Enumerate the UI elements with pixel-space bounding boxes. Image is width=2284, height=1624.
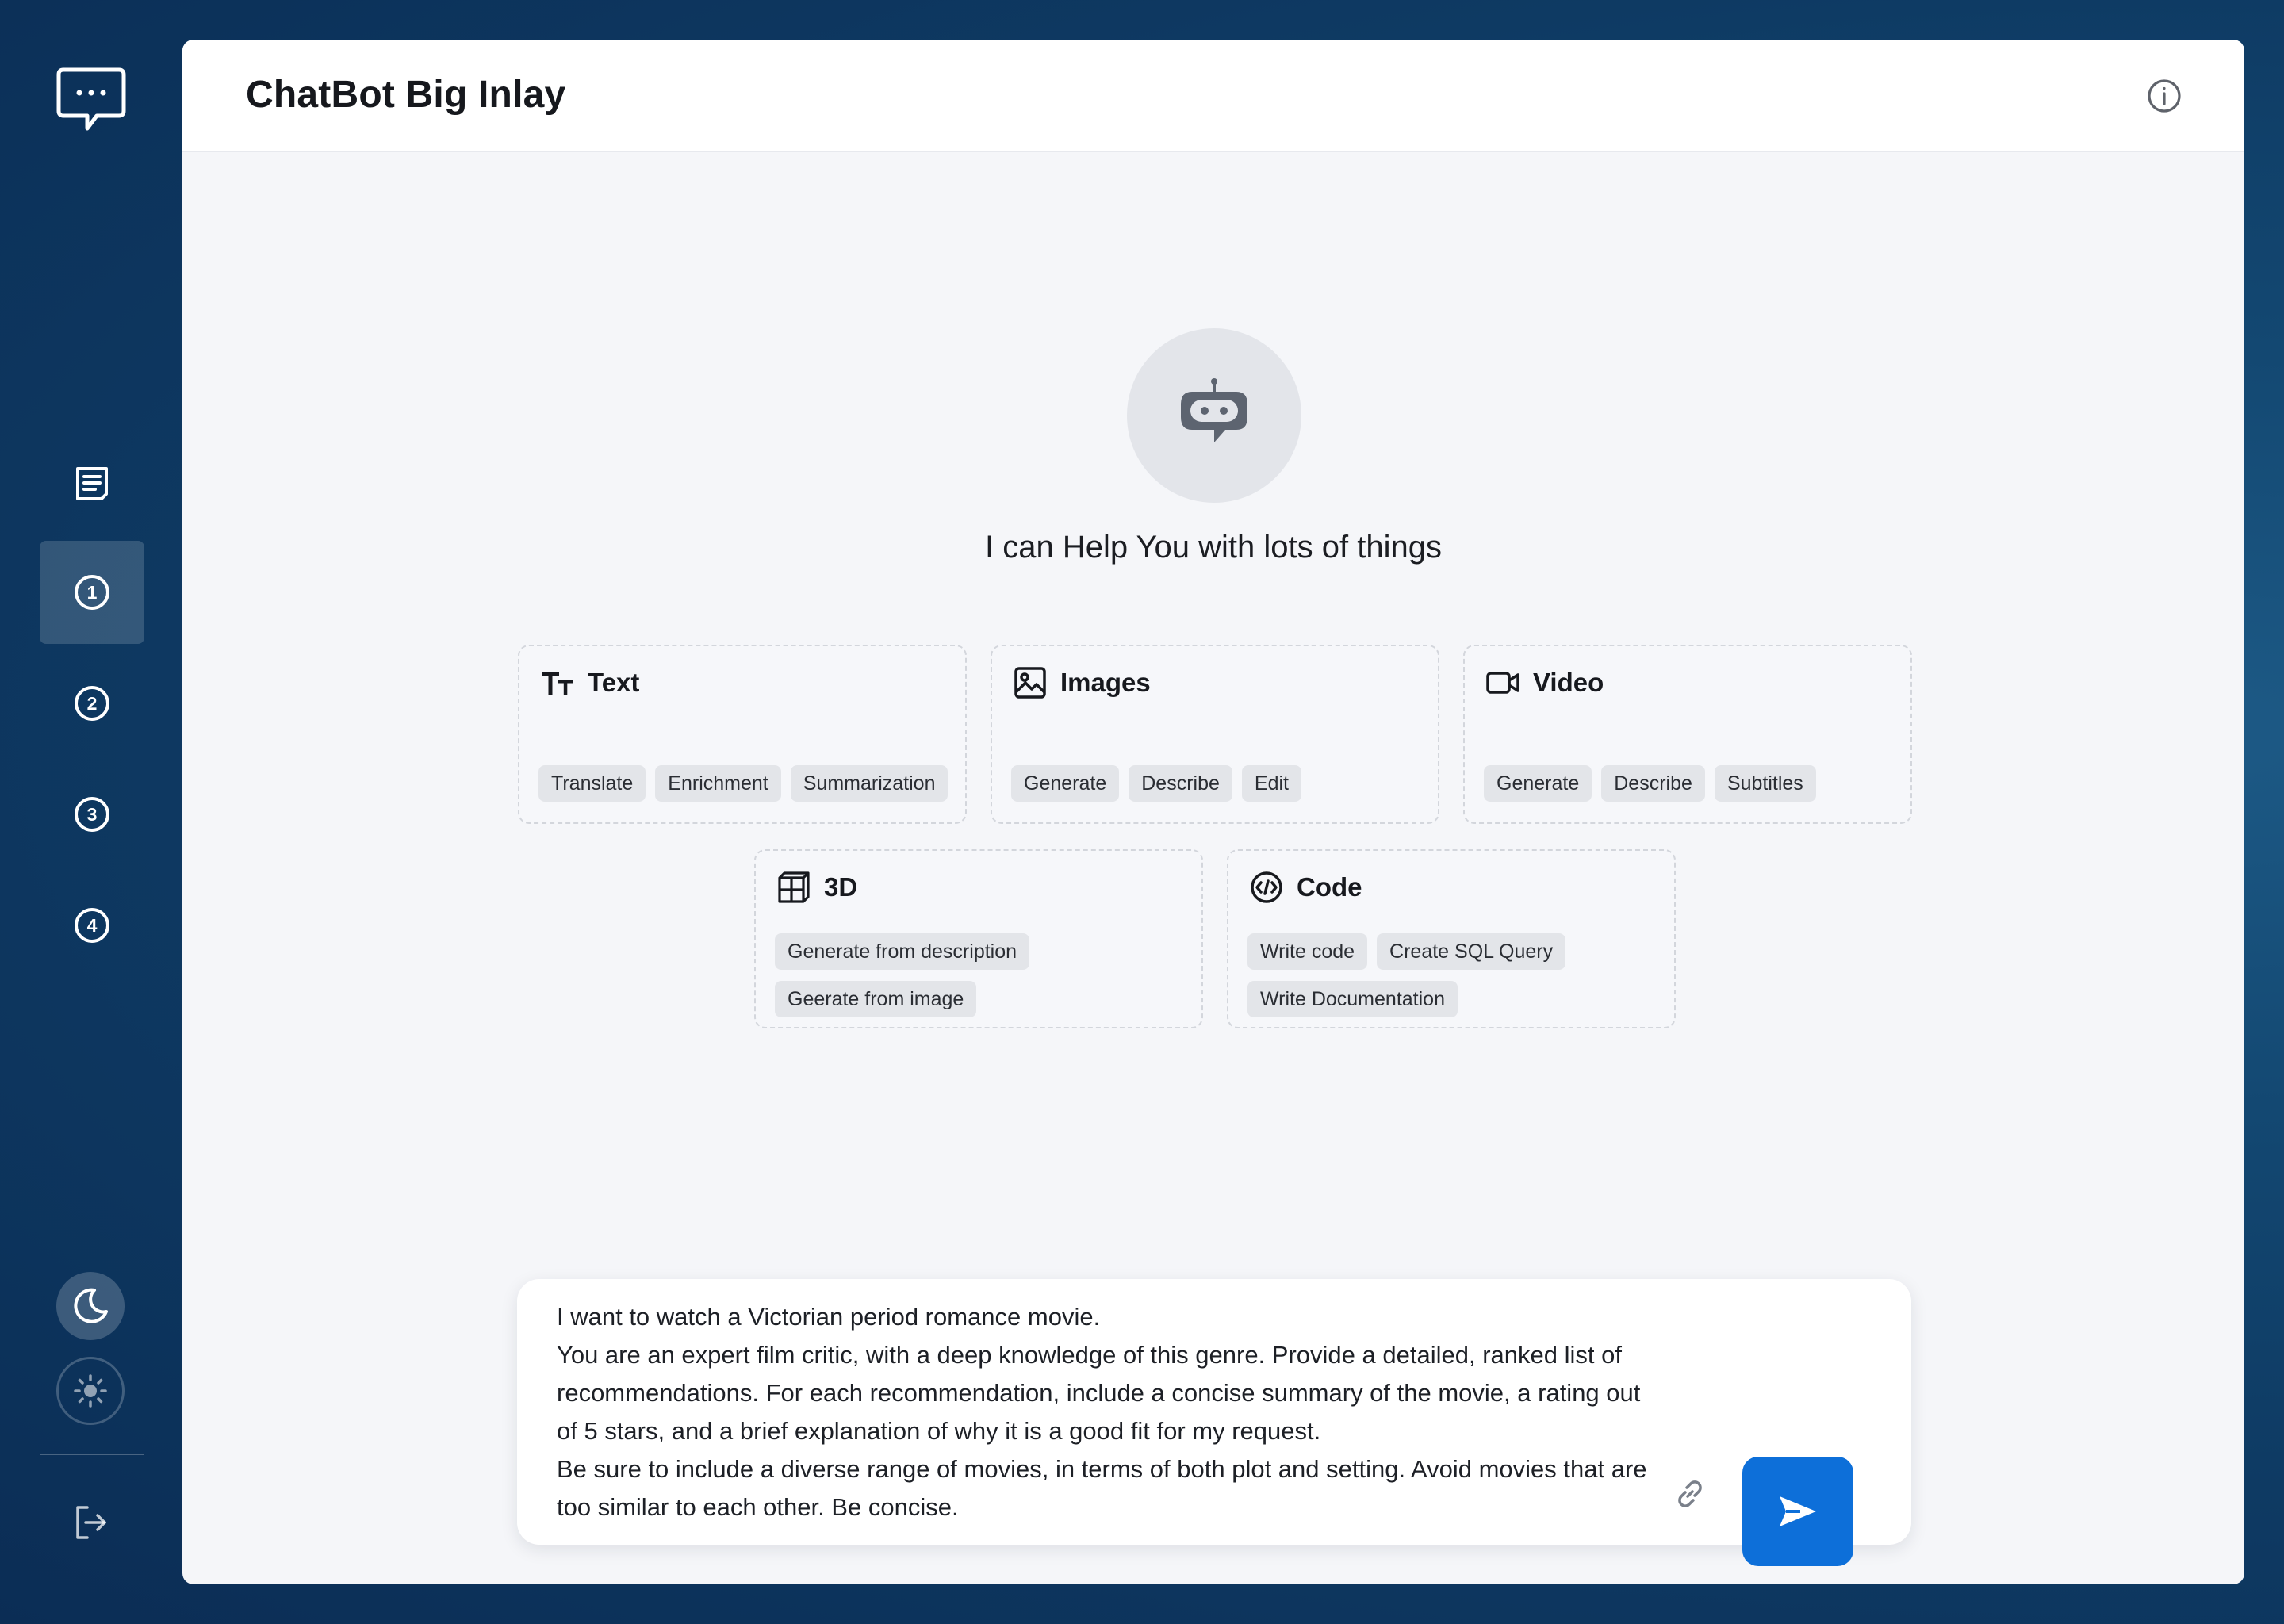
bot-avatar <box>1127 328 1301 503</box>
chip-summarization[interactable]: Summarization <box>790 765 948 802</box>
main-panel: ChatBot Big Inlay I can Help You with lo… <box>182 40 2244 1584</box>
page-title: ChatBot Big Inlay <box>246 74 566 116</box>
send-button[interactable] <box>1742 1457 1853 1566</box>
sidebar-divider <box>40 1454 144 1455</box>
sidebar-item-label: 1 <box>87 582 98 603</box>
sidebar-item-1[interactable]: 1 <box>40 541 144 644</box>
chip-generate[interactable]: Generate <box>1484 765 1592 802</box>
sidebar-notes-button[interactable] <box>40 432 144 535</box>
image-icon <box>1013 665 1048 700</box>
link-icon <box>1678 1480 1702 1507</box>
chip-edit[interactable]: Edit <box>1241 765 1301 802</box>
sun-icon <box>74 1374 107 1408</box>
chip-describe[interactable]: Describe <box>1129 765 1232 802</box>
chip-generate-from-description[interactable]: Generate from description <box>775 933 1030 970</box>
welcome-message: I can Help You with lots of things <box>985 530 1442 565</box>
info-icon <box>2148 79 2181 113</box>
card-title: Video <box>1533 668 1604 697</box>
robot-chat-icon <box>1181 378 1247 442</box>
code-icon <box>1249 870 1284 905</box>
sidebar-item-3[interactable]: 3 <box>40 763 144 866</box>
sidebar-item-label: 3 <box>87 804 98 825</box>
chip-create-sql-query[interactable]: Create SQL Query <box>1377 933 1566 970</box>
category-card-3d: 3D Generate from description Geerate fro… <box>754 849 1203 1028</box>
number-circle-icon: 1 <box>75 575 109 610</box>
text-size-icon <box>540 665 575 700</box>
moon-icon <box>74 1288 108 1323</box>
video-camera-icon <box>1485 665 1520 700</box>
sidebar-item-4[interactable]: 4 <box>40 874 144 977</box>
category-card-video: Video Generate Describe Subtitles <box>1463 645 1912 824</box>
chip-describe[interactable]: Describe <box>1601 765 1705 802</box>
chip-subtitles[interactable]: Subtitles <box>1714 765 1816 802</box>
info-button[interactable] <box>2146 78 2182 114</box>
logout-button[interactable] <box>56 1491 127 1554</box>
category-card-text: Text Translate Enrichment Summarization <box>518 645 967 824</box>
card-title: Text <box>588 668 640 697</box>
send-arrow-icon <box>1780 1496 1816 1526</box>
sidebar: 1 2 3 4 <box>0 0 182 1624</box>
cube-icon <box>776 870 811 905</box>
sidebar-item-label: 2 <box>87 693 98 714</box>
category-card-code: Code Write code Create SQL Query Write D… <box>1227 849 1676 1028</box>
card-title: Images <box>1060 668 1151 697</box>
chat-bubble-logo-icon[interactable] <box>56 65 127 133</box>
sidebar-item-label: 4 <box>87 915 98 936</box>
number-circle-icon: 2 <box>75 686 109 721</box>
message-input[interactable] <box>557 1298 1659 1528</box>
chip-translate[interactable]: Translate <box>538 765 646 802</box>
card-title: 3D <box>824 872 858 902</box>
chip-enrichment[interactable]: Enrichment <box>655 765 781 802</box>
light-mode-button[interactable] <box>56 1357 125 1425</box>
card-title: Code <box>1297 872 1362 902</box>
notes-list-icon <box>76 467 108 500</box>
number-circle-icon: 4 <box>75 908 109 943</box>
dark-mode-button[interactable] <box>56 1272 125 1340</box>
header: ChatBot Big Inlay <box>182 40 2244 152</box>
logout-icon <box>76 1506 106 1539</box>
number-circle-icon: 3 <box>75 797 109 832</box>
sidebar-item-2[interactable]: 2 <box>40 652 144 755</box>
chip-generate-from-image[interactable]: Geerate from image <box>775 981 977 1017</box>
category-card-images: Images Generate Describe Edit <box>991 645 1439 824</box>
chip-write-documentation[interactable]: Write Documentation <box>1247 981 1458 1017</box>
attach-link-button[interactable] <box>1665 1469 1715 1519</box>
chip-write-code[interactable]: Write code <box>1247 933 1368 970</box>
chip-generate[interactable]: Generate <box>1011 765 1120 802</box>
